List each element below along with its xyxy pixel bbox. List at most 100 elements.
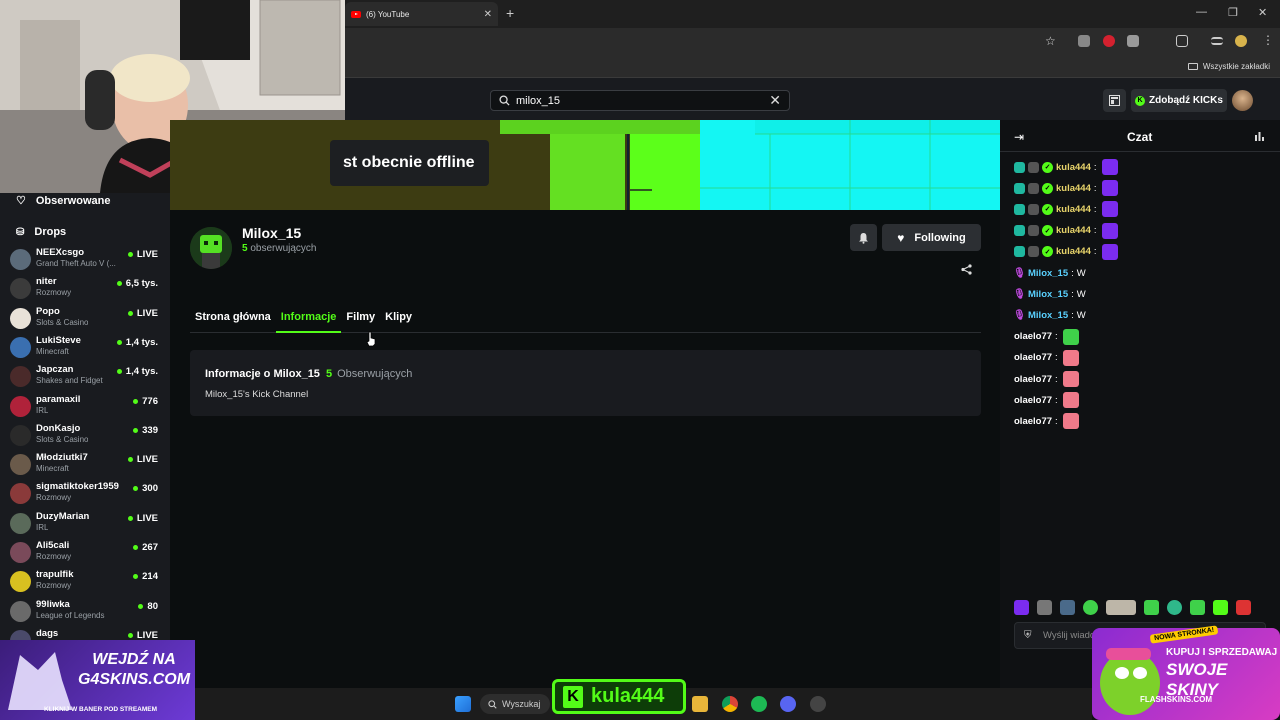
chat-message: 🎙 Milox_15: W bbox=[1013, 285, 1086, 303]
chat-username[interactable]: olaelo77 bbox=[1014, 331, 1052, 342]
channel-avatar bbox=[10, 307, 31, 329]
notifications-button[interactable] bbox=[850, 224, 877, 251]
channel-viewers: LIVE bbox=[127, 512, 158, 524]
chat-emote-icon bbox=[1062, 371, 1079, 387]
discord-icon[interactable] bbox=[780, 696, 796, 712]
sidebar-channel-item[interactable]: 99liwka League of Legends 80 bbox=[8, 598, 166, 627]
emote-icon[interactable] bbox=[1213, 600, 1228, 615]
reading-list-icon[interactable] bbox=[1211, 37, 1223, 45]
tab-videos[interactable]: Filmy bbox=[341, 309, 380, 333]
new-tab-button[interactable]: + bbox=[506, 5, 514, 21]
sidebar-channel-item[interactable]: DonKasjo Slots & Casino 339 bbox=[8, 422, 166, 451]
all-bookmarks-button[interactable]: Wszystkie zakładki bbox=[1187, 62, 1270, 71]
sidebar-channel-item[interactable]: niter Rozmowy 6,5 tys. bbox=[8, 275, 166, 304]
chat-username[interactable]: kula444 bbox=[1056, 204, 1091, 215]
emote-icon[interactable] bbox=[1037, 600, 1052, 615]
chat-username[interactable]: olaelo77 bbox=[1014, 374, 1052, 385]
emote-icon[interactable] bbox=[1236, 600, 1251, 615]
tab-about[interactable]: Informacje bbox=[275, 309, 342, 333]
viewer-count: 267 bbox=[142, 542, 158, 553]
channel-avatar-image bbox=[190, 227, 232, 269]
layout-button[interactable] bbox=[1103, 89, 1126, 112]
minimize-icon[interactable]: — bbox=[1196, 6, 1207, 18]
file-explorer-icon[interactable] bbox=[692, 696, 708, 712]
extension-icon[interactable] bbox=[1078, 35, 1090, 47]
browser-tab[interactable]: (6) YouTube ✕ bbox=[345, 2, 498, 26]
taskbar-search[interactable]: Wyszukaj bbox=[480, 694, 550, 714]
emote-icon[interactable] bbox=[1014, 600, 1029, 615]
menu-icon[interactable]: ⋮ bbox=[1262, 33, 1274, 47]
flashskins-ad-line2: SWOJE SKINY bbox=[1166, 660, 1228, 699]
sidebar-channel-item[interactable]: Ali5cali Rozmowy 267 bbox=[8, 539, 166, 568]
chat-username[interactable]: olaelo77 bbox=[1014, 352, 1052, 363]
star-icon[interactable]: ☆ bbox=[1045, 34, 1056, 48]
chat-username[interactable]: olaelo77 bbox=[1014, 395, 1052, 406]
sidebar-channel-item[interactable]: Japczan Shakes and Fidget 1,4 tys. bbox=[8, 363, 166, 392]
shield-extension-icon[interactable] bbox=[1127, 35, 1139, 47]
spotify-icon[interactable] bbox=[751, 696, 767, 712]
following-button[interactable]: ♥ Following bbox=[882, 224, 981, 251]
puzzle-icon[interactable] bbox=[1176, 35, 1188, 47]
sidebar-item-following[interactable]: ♡ Obserwowane bbox=[16, 194, 110, 208]
channel-avatar[interactable] bbox=[190, 227, 232, 269]
sidebar-channel-item[interactable]: NEEXcsgo Grand Theft Auto V (... LIVE bbox=[8, 246, 166, 275]
channel-avatar bbox=[10, 249, 31, 270]
shield-icon: ⛨ bbox=[1024, 630, 1032, 641]
chat-colon: : bbox=[1055, 352, 1058, 364]
chat-username[interactable]: Milox_15 bbox=[1028, 268, 1068, 279]
sidebar-channel-item[interactable]: paramaxil IRL 776 bbox=[8, 393, 166, 422]
chat-username[interactable]: kula444 bbox=[1056, 183, 1091, 194]
chat-username[interactable]: olaelo77 bbox=[1014, 416, 1052, 427]
collapse-chat-icon[interactable]: ⇥ bbox=[1014, 130, 1024, 144]
chrome-icon[interactable] bbox=[722, 696, 738, 712]
channel-category: IRL bbox=[36, 522, 49, 532]
verified-badge-icon: ✓ bbox=[1042, 225, 1053, 237]
emote-icon[interactable] bbox=[1060, 600, 1075, 615]
sidebar-channel-item[interactable]: Młodziutki7 Minecraft LIVE bbox=[8, 451, 166, 480]
search-input[interactable]: milox_15 ✕ bbox=[490, 90, 790, 111]
get-kicks-button[interactable]: K Zdobądź KICKs bbox=[1131, 89, 1227, 112]
sidebar-channel-item[interactable]: Popo Slots & Casino LIVE bbox=[8, 305, 166, 334]
chat-username[interactable]: Milox_15 bbox=[1028, 310, 1068, 321]
chat-username[interactable]: Milox_15 bbox=[1028, 289, 1068, 300]
share-icon[interactable] bbox=[961, 264, 972, 278]
sidebar-channel-item[interactable]: sigmatiktoker1959 Rozmowy 300 bbox=[8, 480, 166, 509]
about-followers-number: 5 bbox=[325, 368, 333, 380]
sidebar-channel-item[interactable]: trapulfik Rozmowy 214 bbox=[8, 568, 166, 597]
emote-icon[interactable] bbox=[1167, 600, 1182, 615]
user-avatar[interactable] bbox=[1232, 90, 1253, 111]
windows-start-icon[interactable] bbox=[455, 696, 471, 712]
tab-home[interactable]: Strona główna bbox=[190, 309, 276, 333]
emote-icon[interactable] bbox=[1106, 600, 1136, 615]
emote-icon[interactable] bbox=[1190, 600, 1205, 615]
emote-icon[interactable] bbox=[1083, 600, 1098, 615]
verified-badge-icon: ✓ bbox=[1042, 182, 1053, 194]
channel-name: paramaxil bbox=[36, 393, 81, 405]
tab-clips[interactable]: Klipy bbox=[380, 309, 417, 333]
channel-avatar bbox=[10, 483, 31, 505]
profile-icon[interactable] bbox=[1235, 35, 1247, 47]
sidebar-channel-item[interactable]: LukiSteve Minecraft 1,4 tys. bbox=[8, 334, 166, 363]
chat-username[interactable]: kula444 bbox=[1056, 246, 1091, 257]
heart-icon: ♥ bbox=[897, 230, 905, 245]
restore-icon[interactable]: ❐ bbox=[1228, 6, 1238, 19]
chat-title: Czat bbox=[1127, 130, 1153, 144]
channel-viewers: 339 bbox=[133, 425, 158, 436]
chat-username[interactable]: kula444 bbox=[1056, 162, 1091, 173]
chat-colon: : bbox=[1055, 373, 1058, 385]
close-tab-icon[interactable]: ✕ bbox=[484, 9, 492, 20]
chat-users-icon[interactable] bbox=[1254, 129, 1265, 147]
sidebar-channel-item[interactable]: DuzyMarian IRL LIVE bbox=[8, 510, 166, 539]
emote-icon[interactable] bbox=[1144, 600, 1159, 615]
chat-colon: : bbox=[1055, 394, 1058, 406]
clear-search-icon[interactable]: ✕ bbox=[769, 92, 781, 109]
extension-icon[interactable] bbox=[1103, 35, 1115, 47]
following-label: Following bbox=[914, 231, 966, 244]
sidebar-item-drops[interactable]: ⛁ Drops bbox=[16, 226, 66, 238]
chat-username[interactable]: kula444 bbox=[1056, 225, 1091, 236]
window-close-icon[interactable]: ✕ bbox=[1258, 6, 1267, 19]
taskbar-search-label: Wyszukaj bbox=[502, 699, 541, 709]
channel-name: NEEXcsgo bbox=[36, 247, 85, 258]
viewer-count: LIVE bbox=[136, 512, 158, 524]
steam-icon[interactable] bbox=[810, 696, 826, 712]
